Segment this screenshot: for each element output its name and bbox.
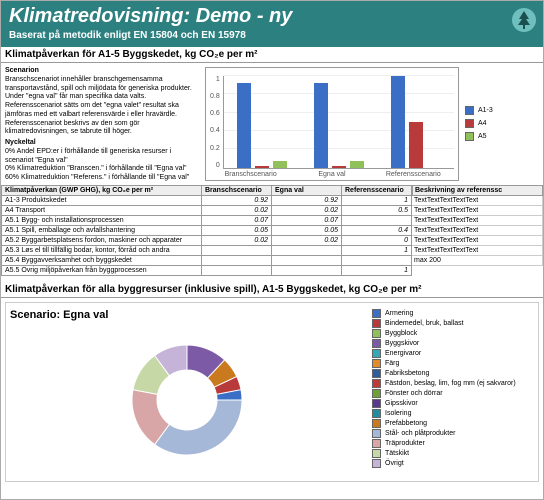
bar-chart: 10.80.60.40.20 BranschscenarioEgna valRe… (201, 63, 543, 185)
donut-title: Scenario: Egna val (10, 309, 364, 321)
nyckeltal-head: Nyckeltal (5, 139, 197, 148)
donut-chart (97, 325, 277, 475)
donut-section: Scenario: Egna val ArmeringBindemedel, b… (5, 302, 539, 482)
nyckeltal-3: 60% Klimatreduktion "Referens." i förhål… (5, 174, 197, 183)
scenario-text: Scenarion Branschscenariot innehåller br… (1, 63, 201, 185)
bar-chart-yaxis: 10.80.60.40.20 (210, 76, 223, 169)
page-header: Klimatredovisning: Demo - ny Baserat på … (1, 1, 543, 47)
upper-block: Scenarion Branschscenariot innehåller br… (1, 63, 543, 185)
section-title-all: Klimatpåverkan för alla byggresurser (in… (1, 282, 543, 298)
section-title-a15: Klimatpåverkan för A1-5 Byggskedet, kg C… (1, 47, 543, 63)
scenario-head: Scenarion (5, 67, 197, 76)
bar-chart-bars (223, 76, 454, 169)
bar-chart-legend: A1-3A4A5 (459, 67, 539, 181)
nyckeltal-1: 0% Andel EPD:er i förhållande till gener… (5, 148, 197, 166)
bar-chart-xlabels: BranschscenarioEgna valReferensscenario (210, 171, 454, 178)
nyckeltal-2: 0% Klimatreduktion "Branscen." i förhåll… (5, 165, 197, 174)
page-title: Klimatredovisning: Demo - ny (9, 5, 535, 28)
gwp-table-wrap: Klimatpåverkan (GWP GHG), kg CO₂e per m²… (1, 185, 543, 276)
page-subtitle: Baserat på metodik enligt EN 15804 och E… (9, 30, 535, 41)
donut-legend: ArmeringBindemedel, bruk, ballastByggblo… (368, 303, 538, 481)
reference-description: Beskrivning av referensscTextTextTextTex… (412, 185, 543, 276)
gwp-table: Klimatpåverkan (GWP GHG), kg CO₂e per m²… (1, 185, 412, 276)
scenario-body: Branschscenariot innehåller branschgemen… (5, 76, 197, 137)
logo-icon (511, 7, 537, 35)
